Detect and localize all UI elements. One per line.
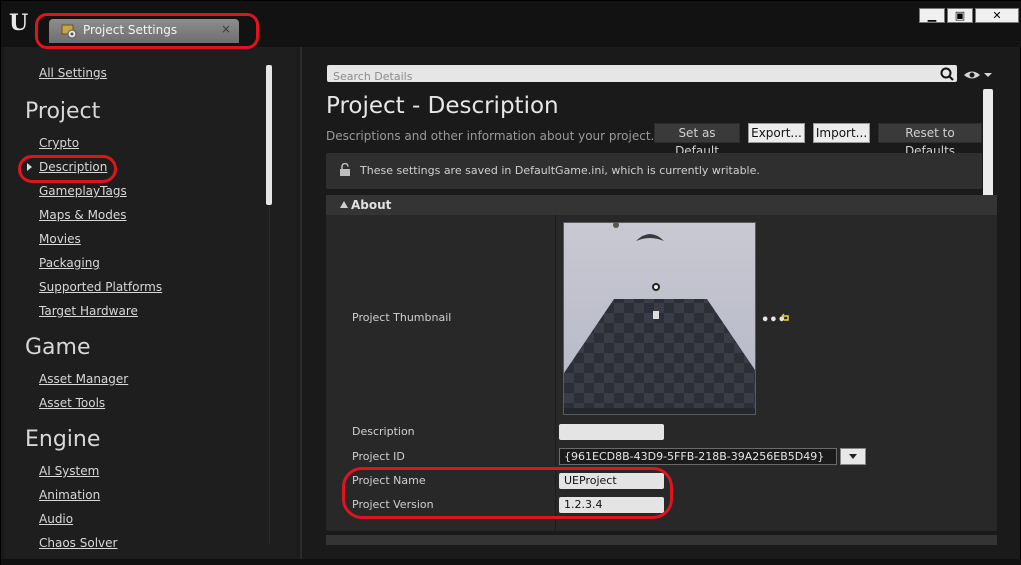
sidebar-item-animation[interactable]: Animation (39, 488, 100, 502)
project-settings-window: U Project Settings × ▁ ▣ ✕ All Settings … (0, 0, 1021, 565)
import-button[interactable]: Import... (813, 123, 870, 143)
export-button[interactable]: Export... (748, 123, 805, 143)
sidebar-item-chaos-solver[interactable]: Chaos Solver (39, 536, 117, 550)
project-id-dropdown-button[interactable] (840, 448, 866, 465)
window-bottom-border (1, 559, 1021, 565)
about-section-header[interactable]: About (326, 195, 997, 215)
section-heading-game: Game (25, 335, 91, 360)
column-divider (555, 215, 556, 531)
sidebar-scroll-track (269, 205, 270, 545)
search-icon[interactable] (939, 66, 955, 82)
sidebar-item-movies[interactable]: Movies (39, 232, 81, 246)
description-field[interactable] (559, 424, 664, 440)
notice-text: These settings are saved in DefaultGame.… (360, 164, 760, 177)
minimize-button[interactable]: ▁ (919, 8, 945, 23)
all-settings-link[interactable]: All Settings (39, 66, 107, 80)
maximize-button[interactable]: ▣ (947, 8, 973, 23)
description-label: Description (352, 425, 415, 438)
publisher-section-header[interactable] (326, 535, 997, 545)
sidebar-item-description[interactable]: Description (39, 160, 107, 174)
project-name-field[interactable]: UEProject (559, 473, 664, 489)
reset-to-defaults-button[interactable]: Reset to Defaults (878, 123, 982, 158)
project-id-field[interactable]: {961ECD8B-43D9-5FFB-218B-39A256EB5D49} (559, 448, 837, 465)
sidebar-item-maps-modes[interactable]: Maps & Modes (39, 208, 127, 222)
view-options-eye-icon[interactable] (963, 69, 993, 81)
tab-project-settings[interactable]: Project Settings × (49, 19, 239, 43)
search-details-box[interactable] (327, 65, 957, 85)
section-heading-project: Project (25, 99, 101, 124)
close-button[interactable]: ✕ (975, 8, 1019, 23)
project-version-field[interactable]: 1.2.3.4 (559, 497, 664, 513)
project-version-label: Project Version (352, 498, 434, 511)
details-panel: Project - Description Descriptions and o… (303, 47, 1019, 559)
thumbnail-scene (564, 223, 755, 414)
sidebar-item-gameplaytags[interactable]: GameplayTags (39, 184, 127, 198)
settings-sidebar: All Settings Project Crypto Description … (5, 47, 297, 559)
page-title: Project - Description (326, 93, 559, 119)
project-id-label: Project ID (352, 450, 405, 463)
sidebar-item-ai-system[interactable]: AI System (39, 464, 99, 478)
sidebar-item-crypto[interactable]: Crypto (39, 136, 79, 150)
window-controls: ▁ ▣ ✕ (919, 8, 1019, 23)
sidebar-item-audio[interactable]: Audio (39, 512, 73, 526)
project-name-label: Project Name (352, 474, 426, 487)
set-as-default-button[interactable]: Set as Default (654, 123, 740, 158)
settings-gear-icon (61, 24, 77, 39)
sidebar-item-supported-platforms[interactable]: Supported Platforms (39, 280, 162, 294)
about-heading: About (351, 198, 392, 212)
project-thumbnail-image[interactable] (563, 222, 756, 415)
reset-to-default-icon[interactable] (781, 312, 790, 321)
sidebar-item-asset-tools[interactable]: Asset Tools (39, 396, 105, 410)
tab-label: Project Settings (83, 23, 178, 37)
project-thumbnail-label: Project Thumbnail (352, 311, 452, 324)
unlock-icon (340, 163, 350, 176)
sidebar-item-packaging[interactable]: Packaging (39, 256, 100, 270)
unreal-logo-icon: U (9, 10, 28, 36)
tab-close-icon[interactable]: × (221, 22, 231, 36)
title-bar[interactable]: U Project Settings × ▁ ▣ ✕ (1, 1, 1021, 47)
sidebar-item-asset-manager[interactable]: Asset Manager (39, 372, 128, 386)
selected-arrow-icon (27, 163, 32, 171)
config-notice: These settings are saved in DefaultGame.… (326, 153, 982, 189)
section-heading-engine: Engine (25, 427, 101, 452)
collapse-arrow-icon (340, 201, 348, 208)
sidebar-scrollbar[interactable] (266, 65, 272, 205)
about-section: About Project Thumbnail ••• Description … (326, 195, 997, 531)
panel-splitter[interactable] (300, 47, 302, 559)
sidebar-item-target-hardware[interactable]: Target Hardware (39, 304, 138, 318)
search-input[interactable] (327, 68, 957, 85)
page-subtitle: Descriptions and other information about… (326, 129, 655, 143)
